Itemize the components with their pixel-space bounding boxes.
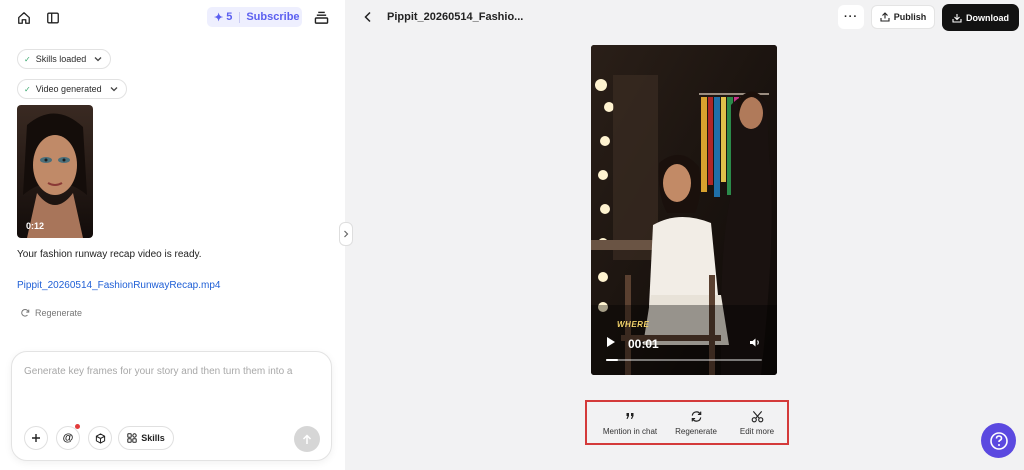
mention-icon[interactable]: @ (56, 426, 80, 450)
stack-icon[interactable] (311, 8, 331, 28)
edit-more-button[interactable]: Edit more (727, 402, 787, 443)
divider (239, 11, 241, 23)
help-icon (989, 431, 1008, 450)
playback-controls: 00:01 (606, 335, 659, 353)
check-icon: ✓ (24, 84, 31, 94)
refresh-icon (690, 409, 703, 423)
chevron-down-icon (110, 84, 118, 94)
ellipsis-icon: ··· (844, 11, 858, 23)
regenerate-button[interactable]: Regenerate (665, 402, 727, 443)
subscribe-label: Subscribe (246, 11, 300, 23)
more-options-button[interactable]: ··· (838, 5, 864, 29)
download-button[interactable]: Download (942, 4, 1019, 31)
arrow-up-icon (302, 433, 312, 444)
refresh-icon (21, 308, 30, 317)
publish-label: Publish (893, 12, 927, 22)
panel-collapse-handle[interactable] (339, 222, 353, 246)
action-label: Regenerate (675, 427, 717, 436)
portrait-image (17, 105, 93, 238)
prompt-input[interactable]: Generate key frames for your story and t… (24, 366, 320, 377)
video-title: Pippit_20260514_Fashio... (387, 11, 524, 23)
progress-fill (606, 359, 619, 361)
assistant-message: Your fashion runway recap video is ready… (17, 249, 202, 260)
credits-subscribe-button[interactable]: ✦ 5 Subscribe (207, 7, 302, 27)
skills-label: Skills (141, 433, 165, 443)
send-button[interactable] (294, 426, 320, 452)
skills-button[interactable]: Skills (118, 426, 174, 450)
video-generated-chip[interactable]: ✓ Video generated (17, 79, 127, 99)
chevron-right-icon (344, 230, 349, 238)
play-icon[interactable] (606, 335, 616, 353)
check-icon: ✓ (24, 54, 31, 64)
add-icon[interactable] (24, 426, 48, 450)
chevron-left-icon (364, 11, 371, 23)
video-duration: 0:12 (26, 221, 45, 231)
chat-topbar: ✦ 5 Subscribe (0, 0, 345, 36)
chat-panel: ✦ 5 Subscribe ✓ Skills loaded ✓ Video ge… (0, 0, 345, 470)
grid-icon (127, 433, 137, 443)
back-button[interactable] (361, 10, 375, 29)
video-progress-bar[interactable] (606, 359, 762, 361)
credits-count: 5 (226, 11, 233, 23)
video-thumbnail[interactable]: 0:12 (17, 105, 93, 238)
upload-icon (880, 12, 890, 22)
volume-icon[interactable] (749, 335, 761, 353)
video-actions: Mention in chat Regenerate Edit more (585, 400, 789, 445)
cube-icon[interactable] (88, 426, 112, 450)
chip-label: Skills loaded (35, 54, 87, 64)
sidebar-toggle-icon[interactable] (43, 8, 63, 28)
chip-label: Video generated (35, 84, 102, 94)
mention-in-chat-button[interactable]: Mention in chat (595, 402, 665, 443)
chevron-down-icon (94, 54, 102, 64)
publish-button[interactable]: Publish (871, 5, 935, 29)
video-player[interactable]: WHERE 00:01 (591, 45, 777, 375)
sparkle-icon: ✦ (214, 11, 224, 24)
video-caption: WHERE (617, 320, 650, 329)
notification-dot (75, 424, 80, 429)
regenerate-label: Regenerate (35, 308, 83, 318)
current-time: 00:01 (628, 337, 659, 351)
video-file-link[interactable]: Pippit_20260514_FashionRunwayRecap.mp4 (17, 280, 220, 291)
download-label: Download (966, 12, 1009, 23)
chat-composer: Generate key frames for your story and t… (11, 351, 332, 461)
scissors-icon (751, 409, 764, 423)
skills-loaded-chip[interactable]: ✓ Skills loaded (17, 49, 112, 69)
home-icon[interactable] (14, 8, 34, 28)
help-button[interactable] (981, 423, 1016, 458)
regenerate-link[interactable]: Regenerate (20, 308, 82, 318)
action-label: Mention in chat (602, 427, 658, 436)
quote-icon (625, 409, 635, 423)
action-label: Edit more (739, 427, 775, 436)
download-icon (952, 13, 962, 23)
